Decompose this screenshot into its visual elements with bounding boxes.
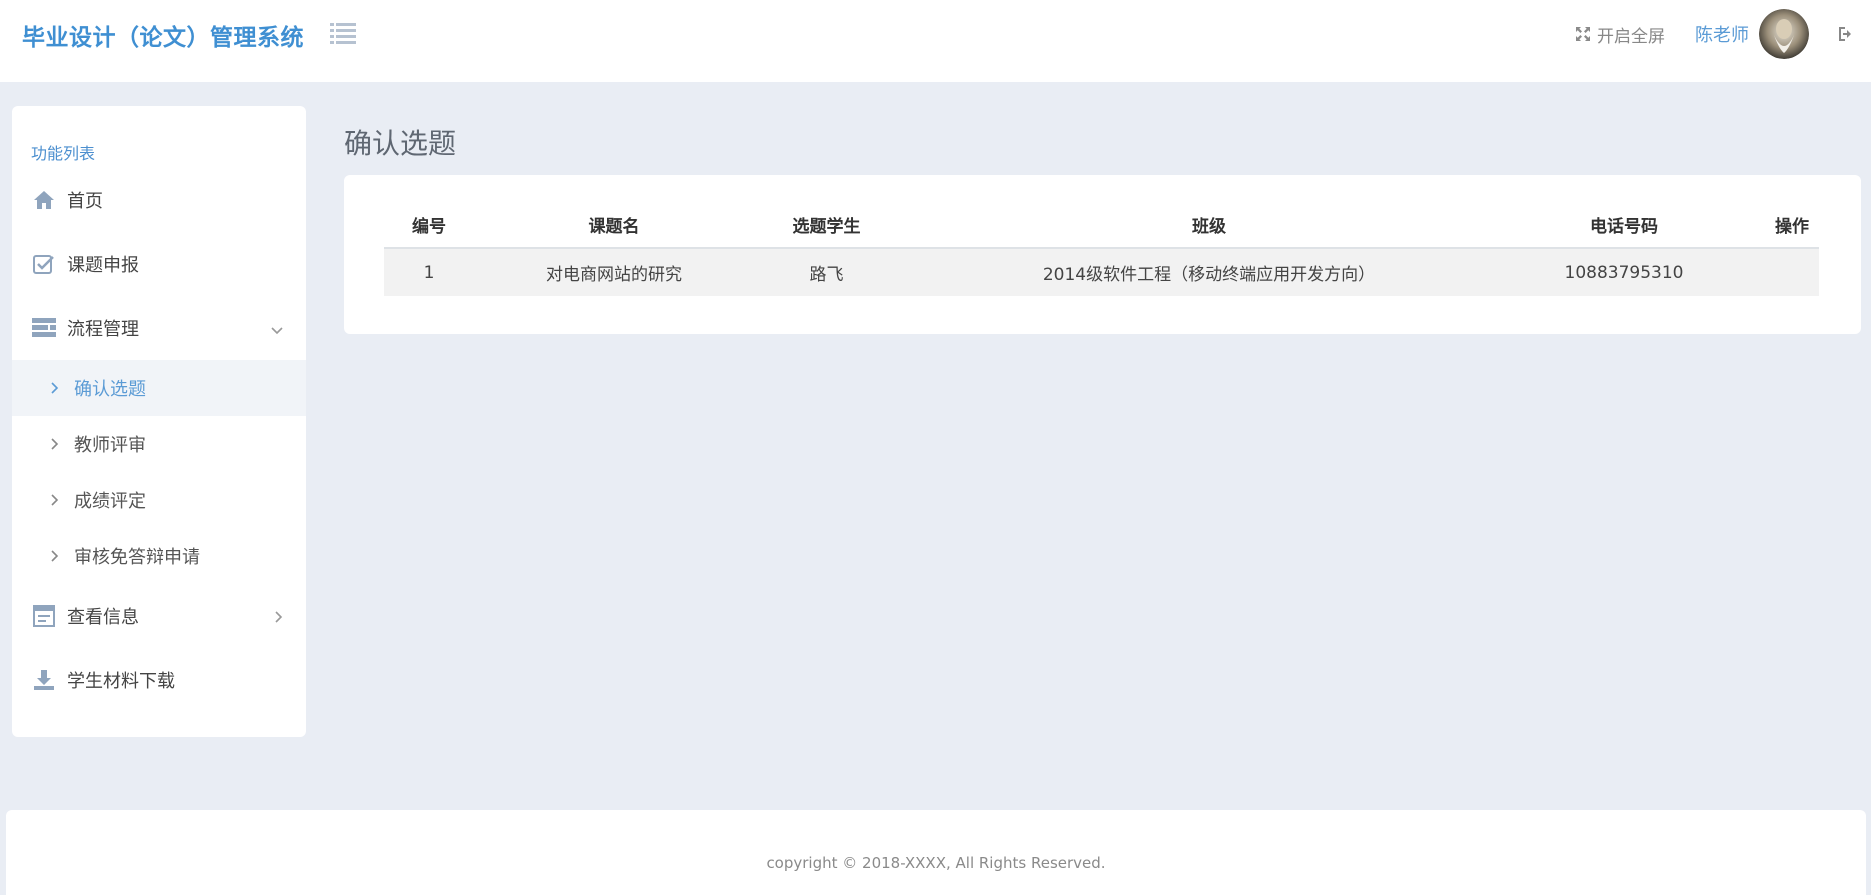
sidebar-item-label: 查看信息 — [67, 607, 139, 628]
topic-table: 编号 课题名 选题学生 班级 电话号码 操作 1 对电商网站的研究 路飞 201… — [384, 202, 1819, 296]
sidebar-subitem-label: 成绩评定 — [74, 491, 146, 512]
copyright-text: copyright © 2018-XXXX, All Rights Reserv… — [766, 854, 1106, 872]
table-header-row: 编号 课题名 选题学生 班级 电话号码 操作 — [384, 202, 1819, 249]
sidebar-subitem-teacher-review[interactable]: 教师评审 — [12, 416, 306, 472]
sidebar: 功能列表 首页 课题申报 流程管理 确认选题 教师评审 成绩评定 审核免答辩申请… — [12, 106, 306, 737]
fullscreen-button[interactable]: 开启全屏 — [1575, 22, 1665, 47]
process-icon — [31, 315, 57, 341]
sidebar-subitem-label: 审核免答辩申请 — [74, 547, 200, 568]
top-header: 毕业设计（论文）管理系统 开启全屏 陈老师 — [0, 0, 1871, 82]
sidebar-item-label: 首页 — [67, 191, 103, 212]
sidebar-subitem-label: 确认选题 — [74, 379, 146, 400]
sidebar-subitem-confirm-topic[interactable]: 确认选题 — [12, 360, 306, 416]
col-header-student: 选题学生 — [754, 202, 899, 249]
sidebar-subitem-grading[interactable]: 成绩评定 — [12, 472, 306, 528]
page-title: 确认选题 — [344, 127, 457, 160]
sidebar-item-home[interactable]: 首页 — [12, 172, 306, 228]
cell-topic: 对电商网站的研究 — [474, 248, 754, 296]
avatar[interactable] — [1759, 9, 1809, 59]
cell-phone: 10883795310 — [1519, 248, 1729, 296]
logout-button[interactable] — [1837, 26, 1855, 42]
cell-class: 2014级软件工程（移动终端应用开发方向） — [899, 248, 1519, 296]
username-link[interactable]: 陈老师 — [1695, 21, 1749, 47]
col-header-action: 操作 — [1729, 202, 1819, 249]
chevron-down-icon — [270, 320, 284, 341]
col-header-class: 班级 — [899, 202, 1519, 249]
app-title: 毕业设计（论文）管理系统 — [22, 25, 304, 51]
cell-action[interactable] — [1729, 248, 1819, 296]
sidebar-title: 功能列表 — [31, 144, 96, 163]
footer: copyright © 2018-XXXX, All Rights Reserv… — [6, 810, 1866, 895]
sidebar-item-topic-apply[interactable]: 课题申报 — [12, 236, 306, 292]
menu-toggle-icon[interactable] — [330, 22, 356, 44]
table-card: 编号 课题名 选题学生 班级 电话号码 操作 1 对电商网站的研究 路飞 201… — [344, 175, 1861, 334]
header-right: 开启全屏 陈老师 — [1575, 0, 1871, 68]
fullscreen-label: 开启全屏 — [1597, 26, 1665, 47]
sidebar-item-label: 课题申报 — [67, 255, 139, 276]
download-icon — [31, 667, 57, 693]
chevron-right-icon — [50, 381, 66, 395]
table-row: 1 对电商网站的研究 路飞 2014级软件工程（移动终端应用开发方向） 1088… — [384, 248, 1819, 296]
chevron-right-icon — [50, 493, 66, 507]
info-icon — [31, 603, 57, 629]
chevron-right-icon — [50, 549, 66, 563]
chevron-right-icon — [274, 608, 284, 629]
col-header-topic: 课题名 — [474, 202, 754, 249]
checkbox-icon — [31, 251, 57, 277]
chevron-right-icon — [50, 437, 66, 451]
sidebar-item-process[interactable]: 流程管理 — [12, 300, 306, 356]
col-header-id: 编号 — [384, 202, 474, 249]
cell-id: 1 — [384, 248, 474, 296]
expand-icon — [1576, 27, 1590, 41]
sidebar-item-download[interactable]: 学生材料下载 — [12, 652, 306, 708]
sidebar-item-label: 流程管理 — [67, 319, 139, 340]
home-icon — [31, 187, 57, 213]
sidebar-item-label: 学生材料下载 — [67, 671, 175, 692]
sidebar-subitem-defense-exemption[interactable]: 审核免答辩申请 — [12, 528, 306, 584]
col-header-phone: 电话号码 — [1519, 202, 1729, 249]
logout-icon — [1839, 27, 1851, 41]
cell-student: 路飞 — [754, 248, 899, 296]
sidebar-subitem-label: 教师评审 — [74, 435, 146, 456]
sidebar-item-view-info[interactable]: 查看信息 — [12, 588, 306, 644]
